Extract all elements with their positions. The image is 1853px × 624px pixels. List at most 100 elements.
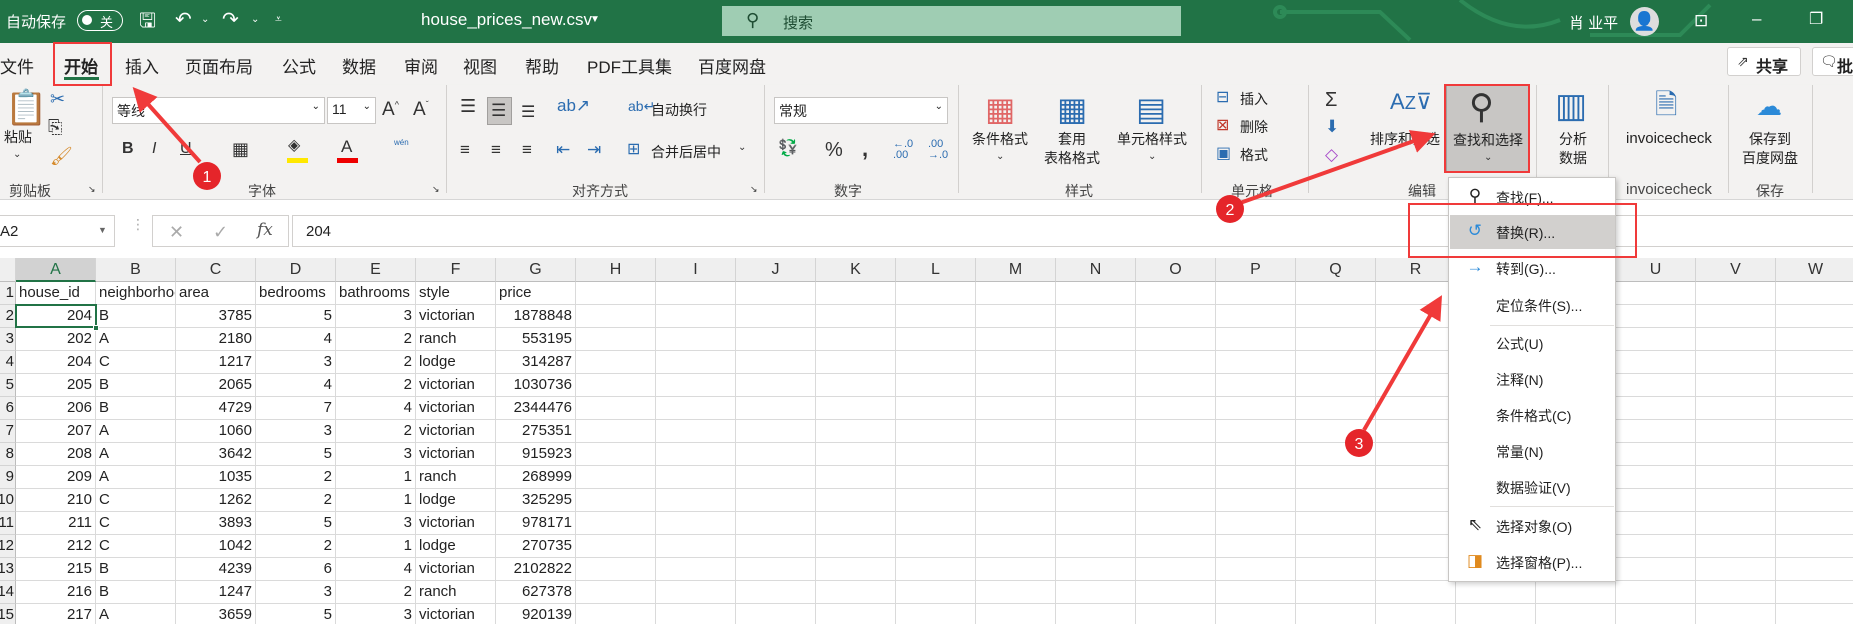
cell[interactable] [976,604,1056,624]
cell[interactable] [1616,489,1696,512]
cell[interactable]: B [96,305,176,328]
cell[interactable] [1056,466,1136,489]
cell[interactable] [1696,535,1776,558]
cell[interactable]: 1 [336,489,416,512]
cell[interactable]: style [416,282,496,305]
row-header[interactable]: 14 [0,581,16,604]
tab-data[interactable]: 数据 [342,53,376,78]
cell[interactable] [1216,374,1296,397]
cell[interactable] [1056,512,1136,535]
cell[interactable] [1296,351,1376,374]
cell[interactable]: victorian [416,512,496,535]
cell[interactable]: B [96,558,176,581]
italic-button[interactable]: I [152,141,156,157]
cell[interactable] [976,466,1056,489]
align-center-icon[interactable]: ≡ [491,141,501,158]
cell[interactable] [1376,374,1456,397]
cell[interactable] [656,351,736,374]
menu-item[interactable]: 常量(N) [1450,434,1615,468]
bold-button[interactable]: B [122,141,134,157]
cell[interactable] [1616,558,1696,581]
name-box[interactable]: A2 ▼ [0,215,115,247]
cell[interactable]: 920139 [496,604,576,624]
increase-decimal-icon[interactable]: ←.0.00 [893,139,913,161]
cell[interactable]: ranch [416,466,496,489]
fill-color-icon[interactable]: ◈ [288,138,300,154]
cell[interactable] [736,512,816,535]
cell[interactable] [1216,466,1296,489]
cell[interactable]: 3 [256,351,336,374]
cell[interactable] [576,443,656,466]
fill-icon[interactable]: ⬇ [1325,118,1339,135]
cell[interactable] [1616,305,1696,328]
cell[interactable] [896,397,976,420]
column-header-W[interactable]: W [1776,258,1853,282]
cell[interactable] [1696,581,1776,604]
cell[interactable]: 978171 [496,512,576,535]
cell[interactable] [1536,604,1616,624]
column-header-F[interactable]: F [416,258,496,282]
cell[interactable]: 5 [256,443,336,466]
cell[interactable] [576,489,656,512]
cell[interactable] [1376,604,1456,624]
cell[interactable] [1056,328,1136,351]
cell[interactable]: 553195 [496,328,576,351]
cell[interactable] [1216,535,1296,558]
autosum-icon[interactable]: Σ [1325,90,1337,110]
cell[interactable]: neighborhood [96,282,176,305]
delete-cells-button[interactable]: 删除 [1240,117,1268,137]
cell[interactable] [1616,581,1696,604]
cell[interactable] [1056,604,1136,624]
cell[interactable] [1696,558,1776,581]
cell[interactable] [976,512,1056,535]
cell[interactable] [656,443,736,466]
cell[interactable] [1136,420,1216,443]
cell[interactable]: 1217 [176,351,256,374]
cell[interactable] [656,397,736,420]
cell[interactable] [1056,489,1136,512]
cell[interactable] [1376,581,1456,604]
cell[interactable]: C [96,535,176,558]
column-header-O[interactable]: O [1136,258,1216,282]
cell[interactable] [816,420,896,443]
cell[interactable] [1376,512,1456,535]
cell[interactable] [896,558,976,581]
cell[interactable] [1216,351,1296,374]
cell[interactable] [1056,397,1136,420]
cell[interactable] [1136,466,1216,489]
cell[interactable]: A [96,443,176,466]
cell[interactable]: 206 [16,397,96,420]
cell[interactable] [1056,443,1136,466]
cell[interactable] [1216,581,1296,604]
cell[interactable]: 915923 [496,443,576,466]
insert-function-button[interactable]: fx [257,222,273,239]
paste-icon[interactable]: 📋 [5,91,47,125]
cell[interactable] [976,351,1056,374]
cell[interactable] [1616,351,1696,374]
comma-style-icon[interactable]: , [862,138,868,160]
fill-handle[interactable] [93,325,99,331]
cell[interactable]: 5 [256,604,336,624]
cell[interactable]: 3 [336,443,416,466]
cut-icon[interactable]: ✂ [50,90,65,108]
sort-filter-button[interactable]: 排序和筛选 [1370,130,1440,148]
cell[interactable]: 2 [336,328,416,351]
column-header-R[interactable]: R [1376,258,1456,282]
cell[interactable] [816,351,896,374]
cell[interactable] [1136,282,1216,305]
tab-view[interactable]: 视图 [463,53,497,78]
cell[interactable] [896,512,976,535]
font-name-select[interactable]: 等线 ⌄ [112,97,325,124]
cell[interactable] [1696,420,1776,443]
cell[interactable]: 2 [256,489,336,512]
cell[interactable] [1616,374,1696,397]
cell[interactable] [1216,397,1296,420]
cell[interactable]: 3642 [176,443,256,466]
cell[interactable]: 1030736 [496,374,576,397]
cell[interactable] [576,305,656,328]
cell[interactable] [1136,535,1216,558]
tab-page-layout[interactable]: 页面布局 [185,53,253,78]
cell[interactable]: 1042 [176,535,256,558]
align-right-icon[interactable]: ≡ [522,141,532,158]
alignment-launcher-icon[interactable]: ↘ [750,185,758,194]
